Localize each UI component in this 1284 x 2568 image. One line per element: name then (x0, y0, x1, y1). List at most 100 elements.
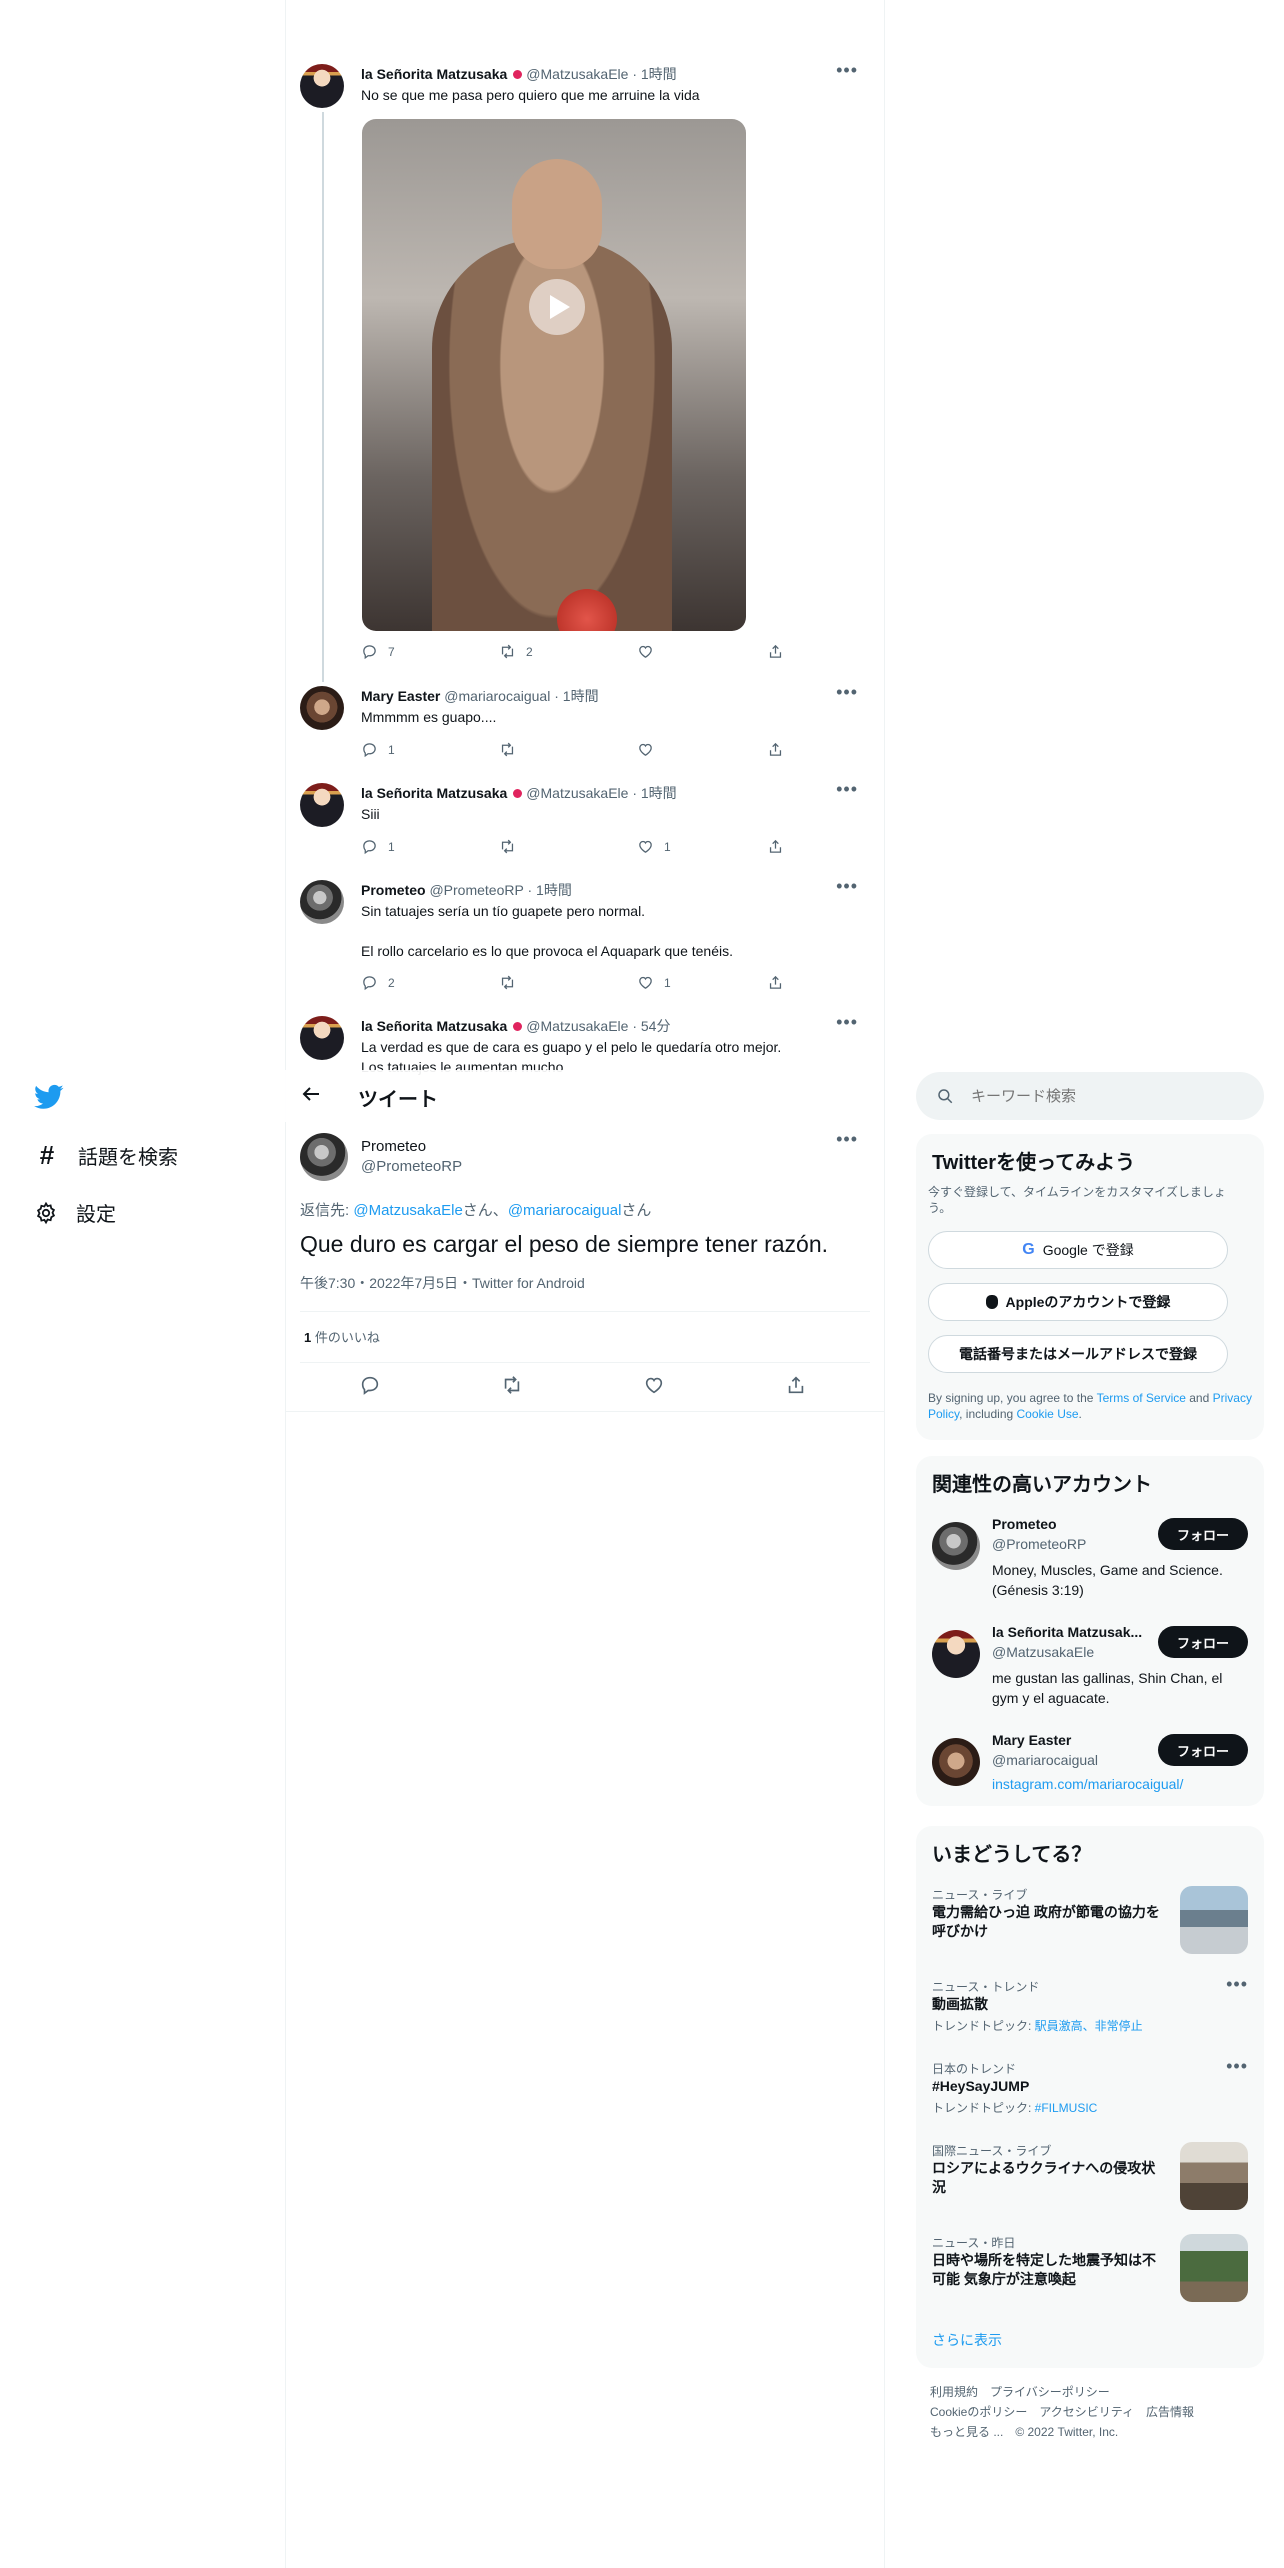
like-button[interactable] (637, 643, 664, 660)
follow-button[interactable]: フォロー (1158, 1518, 1248, 1550)
tweet[interactable]: Mary Easter @mariarocaigual · 1時間 ••• Mm… (300, 682, 870, 766)
avatar[interactable] (300, 64, 344, 108)
trend-sub-link[interactable]: 駅員激高、非常停止 (1035, 2019, 1143, 2033)
author-name[interactable]: Prometeo (361, 882, 426, 898)
more-icon[interactable]: ••• (1226, 2056, 1248, 2077)
author-name[interactable]: la Señorita Matzusaka (361, 66, 507, 82)
avatar[interactable] (300, 686, 344, 730)
reply-button[interactable]: 7 (361, 643, 395, 660)
avatar[interactable] (932, 1738, 980, 1786)
follow-button[interactable]: フォロー (1158, 1626, 1248, 1658)
trend-item[interactable]: ニュース・トレンド 動画拡散 トレンドトピック: 駅員激高、非常停止 ••• (932, 1974, 1248, 2038)
tweet-time[interactable]: 1時間 (641, 785, 677, 801)
nav-settings[interactable]: 設定 (34, 1198, 116, 1227)
trend-item[interactable]: ニュース・昨日 日時や場所を特定した地震予知は不可能 気象庁が注意喚起 (932, 2234, 1248, 2308)
more-icon[interactable]: ••• (836, 60, 858, 81)
reply-to-link[interactable]: @mariarocaigual (508, 1202, 622, 1219)
terms-link[interactable]: Terms of Service (1097, 1391, 1186, 1405)
account-name[interactable]: Prometeo (992, 1516, 1057, 1532)
nav-explore[interactable]: # 話題を検索 (34, 1140, 178, 1171)
share-button[interactable] (767, 643, 784, 660)
avatar[interactable] (300, 1016, 344, 1060)
author-name[interactable]: la Señorita Matzusaka (361, 1018, 507, 1034)
tweet-text: Que duro es cargar el peso de siempre te… (300, 1231, 829, 1257)
share-button[interactable] (767, 741, 784, 758)
tweet-time[interactable]: 1時間 (641, 66, 677, 82)
share-button[interactable] (767, 974, 784, 991)
reply-button[interactable]: 1 (361, 838, 395, 855)
retweet-button[interactable] (499, 741, 516, 758)
tweet-time[interactable]: 1時間 (536, 882, 572, 898)
author-handle[interactable]: @MatzusakaEle (526, 66, 628, 82)
avatar[interactable] (300, 1133, 348, 1181)
like-button[interactable]: 1 (637, 838, 671, 855)
twitter-logo-icon[interactable] (34, 1082, 64, 1112)
retweet-button[interactable] (499, 838, 516, 855)
avatar[interactable] (932, 1630, 980, 1678)
account-name[interactable]: Mary Easter (992, 1732, 1071, 1748)
more-icon[interactable]: ••• (836, 779, 858, 800)
search-icon (938, 1089, 953, 1104)
tweet-time[interactable]: 1時間 (563, 688, 599, 704)
author-handle[interactable]: @mariarocaigual (444, 688, 550, 704)
tweet-meta[interactable]: 午後7:30・2022年7月5日・Twitter for Android (300, 1273, 585, 1293)
account-item[interactable]: la Señorita Matzusak... @MatzusakaEle me… (916, 1624, 1264, 1714)
retweet-button[interactable] (499, 974, 516, 991)
account-item[interactable]: Prometeo @PrometeoRP Money, Muscles, Gam… (916, 1516, 1264, 1606)
share-button[interactable] (767, 838, 784, 855)
author-handle[interactable]: @PrometeoRP (361, 1158, 462, 1175)
follow-button[interactable]: フォロー (1158, 1734, 1248, 1766)
play-icon[interactable] (529, 279, 585, 335)
cookie-link[interactable]: Cookie Use (1017, 1407, 1079, 1421)
avatar[interactable] (932, 1522, 980, 1570)
author-handle[interactable]: @MatzusakaEle (526, 1018, 628, 1034)
more-icon[interactable]: ••• (836, 876, 858, 897)
back-arrow-icon[interactable] (299, 1082, 325, 1108)
author-name[interactable]: Prometeo (361, 1138, 426, 1155)
retweet-icon[interactable] (501, 1374, 523, 1396)
trend-item[interactable]: 日本のトレンド #HeySayJUMP トレンドトピック: #FILMUSIC … (932, 2056, 1248, 2120)
account-name[interactable]: la Señorita Matzusak... (992, 1624, 1142, 1640)
google-signup-button[interactable]: G Google で登録 (928, 1231, 1228, 1269)
like-button[interactable] (637, 741, 654, 758)
more-icon[interactable]: ••• (1226, 1974, 1248, 1995)
avatar[interactable] (300, 880, 344, 924)
trend-item[interactable]: ニュース・ライブ 電力需給ひっ迫 政府が節電の協力を呼びかけ (932, 1886, 1248, 1960)
more-icon[interactable]: ••• (836, 1012, 858, 1033)
footer-links[interactable]: Cookieのポリシー アクセシビリティ 広告情報 (930, 2402, 1250, 2422)
tweet[interactable]: la Señorita Matzusaka @MatzusakaEle · 54分… (300, 1012, 870, 1076)
phone-signup-button[interactable]: 電話番号またはメールアドレスで登録 (928, 1335, 1228, 1373)
footer-links[interactable]: 利用規約 プライバシーポリシー (930, 2382, 1250, 2402)
more-icon[interactable]: ••• (836, 682, 858, 703)
avatar[interactable] (300, 783, 344, 827)
footer-links[interactable]: もっと見る ... © 2022 Twitter, Inc. (930, 2422, 1250, 2442)
author-handle[interactable]: @PrometeoRP (429, 882, 523, 898)
account-handle: @PrometeoRP (992, 1536, 1087, 1552)
trend-item[interactable]: 国際ニュース・ライブ ロシアによるウクライナへの侵攻状況 (932, 2142, 1248, 2216)
reply-to-link[interactable]: @MatzusakaEle (353, 1202, 462, 1219)
apple-signup-button[interactable]: Appleのアカウントで登録 (928, 1283, 1228, 1321)
reply-button[interactable]: 1 (361, 741, 395, 758)
tweet-time[interactable]: 54分 (641, 1018, 671, 1034)
reply-icon[interactable] (359, 1374, 381, 1396)
heart-icon[interactable] (643, 1374, 665, 1396)
page-title: ツイート (358, 1089, 438, 1111)
account-item[interactable]: Mary Easter @mariarocaigual instagram.co… (916, 1732, 1264, 1802)
share-icon[interactable] (785, 1374, 807, 1396)
more-icon[interactable]: ••• (836, 1129, 858, 1150)
like-button[interactable]: 1 (637, 974, 671, 991)
tweet-video[interactable] (362, 119, 746, 631)
tweet[interactable]: la Señorita Matzusaka @MatzusakaEle · 1時間… (300, 779, 870, 863)
search-box[interactable] (916, 1072, 1264, 1120)
trend-sub-link[interactable]: #FILMUSIC (1035, 2101, 1098, 2115)
tweet[interactable]: Prometeo @PrometeoRP · 1時間 ••• Sin tatua… (300, 876, 870, 1000)
account-bio-link[interactable]: instagram.com/mariarocaigual/ (992, 1776, 1247, 1792)
retweet-button[interactable]: 2 (499, 643, 533, 660)
search-input[interactable] (971, 1084, 1241, 1108)
author-handle[interactable]: @MatzusakaEle (526, 785, 628, 801)
reply-button[interactable]: 2 (361, 974, 395, 991)
likes-summary[interactable]: 1 件のいいね (304, 1327, 380, 1346)
author-name[interactable]: la Señorita Matzusaka (361, 785, 507, 801)
author-name[interactable]: Mary Easter (361, 688, 440, 704)
show-more-link[interactable]: さらに表示 (932, 2330, 1002, 2350)
